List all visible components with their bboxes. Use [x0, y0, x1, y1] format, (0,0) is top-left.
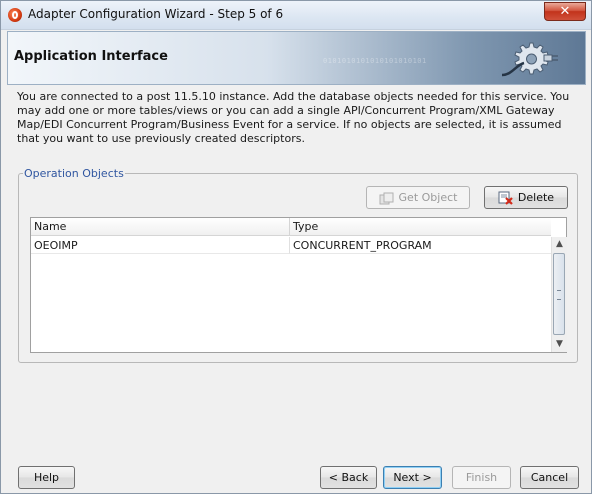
- wizard-window: Adapter Configuration Wizard - Step 5 of…: [0, 0, 592, 494]
- wizard-header: Application Interface 010101010101010101…: [7, 31, 586, 85]
- description-text: You are connected to a post 11.5.10 inst…: [17, 90, 570, 145]
- scroll-thumb[interactable]: [553, 253, 565, 335]
- delete-label: Delete: [517, 191, 555, 204]
- page-title: Application Interface: [14, 49, 168, 64]
- back-button[interactable]: < Back: [320, 466, 377, 489]
- title-bar[interactable]: Adapter Configuration Wizard - Step 5 of…: [1, 1, 591, 30]
- app-icon: [8, 8, 22, 22]
- get-object-button[interactable]: Get Object: [366, 186, 470, 209]
- finish-button[interactable]: Finish: [452, 466, 511, 489]
- operation-objects-legend: Operation Objects: [23, 167, 125, 180]
- gear-plug-icon: [501, 42, 558, 77]
- close-button[interactable]: ✕: [544, 2, 586, 21]
- get-object-icon: [379, 192, 394, 204]
- window-title: Adapter Configuration Wizard - Step 5 of…: [28, 7, 284, 21]
- cancel-button[interactable]: Cancel: [520, 466, 579, 489]
- column-header-type[interactable]: Type: [290, 218, 551, 236]
- table-cell-type[interactable]: CONCURRENT_PROGRAM: [290, 237, 551, 254]
- table-scrollbar[interactable]: ▲ ▼: [551, 237, 567, 352]
- delete-button[interactable]: Delete: [484, 186, 568, 209]
- column-header-name[interactable]: Name: [31, 218, 290, 236]
- get-object-label: Get Object: [398, 191, 458, 204]
- next-button[interactable]: Next >: [383, 466, 442, 489]
- table-cell-name[interactable]: OEOIMP: [31, 237, 290, 254]
- header-binary-decoration: 0101010101010101010101: [323, 57, 427, 65]
- help-button[interactable]: Help: [18, 466, 75, 489]
- delete-icon: [498, 191, 513, 205]
- scroll-down-icon[interactable]: ▼: [552, 337, 567, 352]
- scroll-up-icon[interactable]: ▲: [552, 237, 567, 252]
- operation-objects-table[interactable]: Name Type OEOIMP CONCURRENT_PROGRAM ▲ ▼: [30, 217, 567, 353]
